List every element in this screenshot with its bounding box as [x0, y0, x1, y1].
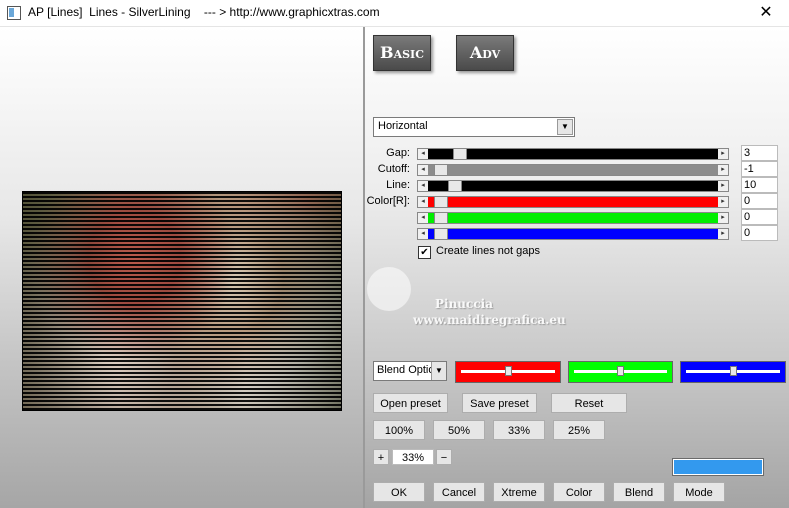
slider-thumb[interactable]	[434, 196, 448, 208]
slider-thumb[interactable]	[447, 180, 462, 192]
app-icon	[7, 6, 21, 20]
reset-button[interactable]: Reset	[551, 393, 627, 413]
create-lines-label: Create lines not gaps	[436, 245, 540, 257]
zoom-50-button[interactable]: 50%	[433, 420, 485, 440]
zoom-33-button[interactable]: 33%	[493, 420, 545, 440]
green-value[interactable]: 0	[741, 209, 778, 225]
right-arrow-icon[interactable]: ▸	[718, 181, 728, 191]
controls-pane: Basic Adv Horizontal ▼ Gap: ◂ ▸ 3 Cutoff…	[365, 27, 789, 508]
line-slider[interactable]: ◂ ▸	[417, 180, 729, 192]
right-arrow-icon[interactable]: ▸	[718, 197, 728, 207]
lines-overlay	[23, 192, 341, 410]
heart-icon	[367, 267, 411, 311]
adv-button[interactable]: Adv	[456, 35, 514, 71]
direction-value: Horizontal	[378, 120, 428, 132]
line-label: Line:	[386, 179, 410, 191]
line-value[interactable]: 10	[741, 177, 778, 193]
slider-thumb[interactable]	[453, 148, 468, 160]
direction-dropdown[interactable]: Horizontal ▼	[373, 117, 575, 137]
watermark-url: www.maidiregrafica.eu	[413, 313, 566, 327]
chevron-down-icon[interactable]: ▼	[557, 119, 573, 135]
slider-thumb[interactable]	[729, 366, 737, 376]
xtreme-button[interactable]: Xtreme	[493, 482, 545, 502]
green-blend-slider[interactable]	[568, 361, 673, 383]
cancel-button[interactable]: Cancel	[433, 482, 485, 502]
save-preset-button[interactable]: Save preset	[462, 393, 537, 413]
cutoff-slider[interactable]: ◂ ▸	[417, 164, 729, 176]
slider-thumb[interactable]	[504, 366, 512, 376]
gap-value[interactable]: 3	[741, 145, 778, 161]
left-arrow-icon[interactable]: ◂	[418, 165, 428, 175]
left-arrow-icon[interactable]: ◂	[418, 197, 428, 207]
color-button[interactable]: Color	[553, 482, 605, 502]
slider-thumb[interactable]	[434, 164, 448, 176]
zoom-out-button[interactable]: −	[436, 449, 452, 465]
zoom-in-button[interactable]: +	[373, 449, 389, 465]
right-arrow-icon[interactable]: ▸	[718, 165, 728, 175]
title-bar: AP [Lines] Lines - SilverLining --- > ht…	[0, 0, 789, 27]
cutoff-label: Cutoff:	[377, 163, 410, 175]
red-blend-slider[interactable]	[455, 361, 561, 383]
right-arrow-icon[interactable]: ▸	[718, 229, 728, 239]
left-arrow-icon[interactable]: ◂	[418, 229, 428, 239]
slider-thumb[interactable]	[434, 228, 448, 240]
basic-button[interactable]: Basic	[373, 35, 431, 71]
zoom-100-button[interactable]: 100%	[373, 420, 425, 440]
ok-button[interactable]: OK	[373, 482, 425, 502]
red-slider[interactable]: ◂ ▸	[417, 196, 729, 208]
slider-thumb[interactable]	[434, 212, 448, 224]
zoom-value[interactable]: 33%	[392, 449, 434, 465]
green-slider[interactable]: ◂ ▸	[417, 212, 729, 224]
watermark-name: Pinuccia	[435, 297, 493, 311]
gap-slider[interactable]: ◂ ▸	[417, 148, 729, 160]
color-swatch[interactable]	[672, 458, 764, 476]
left-arrow-icon[interactable]: ◂	[418, 213, 428, 223]
red-value[interactable]: 0	[741, 193, 778, 209]
slider-thumb[interactable]	[617, 366, 624, 376]
zoom-25-button[interactable]: 25%	[553, 420, 605, 440]
left-arrow-icon[interactable]: ◂	[418, 181, 428, 191]
blue-blend-slider[interactable]	[680, 361, 786, 383]
blue-slider[interactable]: ◂ ▸	[417, 228, 729, 240]
blend-button[interactable]: Blend	[613, 482, 665, 502]
right-arrow-icon[interactable]: ▸	[718, 149, 728, 159]
blend-options-select[interactable]: Blend Options ▼	[373, 361, 447, 381]
mode-button[interactable]: Mode	[673, 482, 725, 502]
close-button[interactable]: ✕	[743, 0, 789, 26]
chevron-down-icon[interactable]: ▼	[431, 362, 446, 380]
gap-label: Gap:	[386, 147, 410, 159]
left-arrow-icon[interactable]: ◂	[418, 149, 428, 159]
right-arrow-icon[interactable]: ▸	[718, 213, 728, 223]
cutoff-value[interactable]: -1	[741, 161, 778, 177]
create-lines-checkbox[interactable]: ✔	[418, 246, 431, 259]
preview-pane	[0, 27, 363, 508]
blue-value[interactable]: 0	[741, 225, 778, 241]
window-title: AP [Lines] Lines - SilverLining --- > ht…	[28, 5, 380, 19]
color-r-label: Color[R]:	[366, 195, 410, 207]
preview-image	[22, 191, 342, 411]
open-preset-button[interactable]: Open preset	[373, 393, 448, 413]
